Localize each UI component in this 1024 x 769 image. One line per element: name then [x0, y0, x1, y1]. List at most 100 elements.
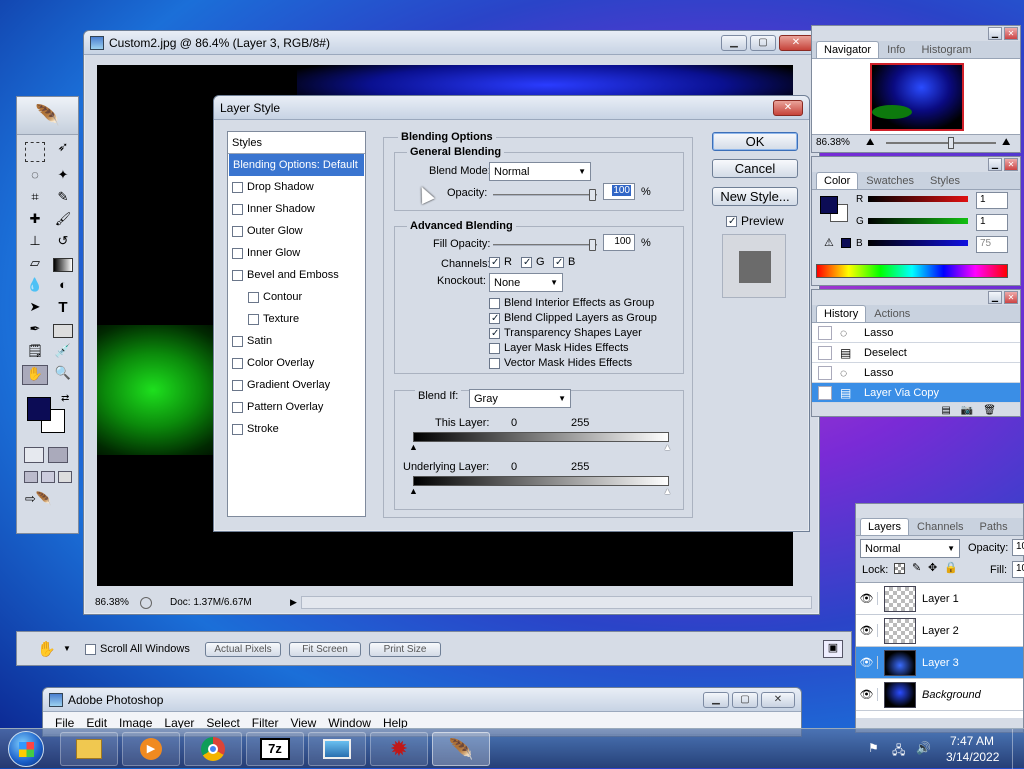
advanced-option-checkbox[interactable]: Vector Mask Hides Effects [489, 357, 657, 372]
scroll-all-check[interactable] [85, 643, 96, 655]
advanced-option-check[interactable] [489, 312, 500, 324]
tray-volume-icon[interactable]: 🔊 [916, 741, 931, 755]
history-minimize-button[interactable]: ▁ [988, 291, 1002, 304]
g-input[interactable]: 1 [976, 214, 1008, 231]
hand-tool-preset-icon[interactable]: ✋ [37, 640, 56, 658]
show-desktop-button[interactable] [1012, 729, 1024, 769]
preview-check[interactable] [726, 216, 737, 228]
warning-icon[interactable]: ⚠ [824, 236, 834, 249]
history-close-button[interactable]: ✕ [1004, 291, 1018, 304]
app-maximize-button[interactable]: ▢ [732, 691, 758, 708]
style-item[interactable]: Contour [228, 286, 365, 308]
palette-tab[interactable]: Channels [909, 518, 971, 535]
tray-flag-icon[interactable]: ⚑ [868, 741, 879, 755]
style-checkbox[interactable] [232, 357, 243, 369]
marquee-tool-icon[interactable] [25, 142, 45, 162]
style-item[interactable]: Drop Shadow [228, 176, 365, 198]
advanced-option-checkbox[interactable]: Blend Interior Effects as Group [489, 297, 657, 312]
style-checkbox[interactable] [232, 247, 243, 259]
type-tool-icon[interactable]: T [50, 299, 76, 319]
navigator-thumbnail[interactable] [870, 63, 964, 131]
history-brush-tool-icon[interactable]: ↺ [50, 233, 76, 253]
history-state-box[interactable] [818, 345, 832, 360]
navigator-close-button[interactable]: ✕ [1004, 27, 1018, 40]
palette-tab[interactable]: Paths [972, 518, 1016, 535]
notes-tool-icon[interactable]: 🗒 [22, 343, 48, 363]
close-button[interactable]: ✕ [779, 34, 813, 51]
clock-date[interactable]: 3/14/2022 [946, 750, 999, 764]
start-button[interactable] [8, 731, 44, 767]
zoom-out-icon[interactable]: ⛰ [866, 137, 880, 148]
foreground-color-swatch[interactable] [27, 397, 51, 421]
shape-tool-icon[interactable] [53, 324, 73, 338]
screen-mode-full-icon[interactable] [58, 471, 72, 483]
fit-screen-button[interactable]: Fit Screen [289, 642, 361, 657]
channel-g-checkbox[interactable]: G [521, 256, 545, 268]
advanced-option-checkbox[interactable]: Blend Clipped Layers as Group [489, 312, 657, 327]
eraser-tool-icon[interactable]: ▱ [22, 255, 48, 275]
history-item[interactable]: ▤ Layer Via Copy [812, 383, 1020, 403]
clock-time[interactable]: 7:47 AM [950, 734, 994, 748]
layers-blend-mode-select[interactable]: Normal ▼ [860, 539, 960, 558]
underlying-black-slider-icon[interactable]: ▲ [409, 486, 418, 496]
gradient-tool-icon[interactable] [53, 258, 73, 272]
fill-opacity-slider-thumb[interactable] [589, 239, 596, 251]
web-safe-color-swatch[interactable] [841, 238, 851, 248]
history-item[interactable]: ▤ Deselect [812, 343, 1020, 363]
eye-icon[interactable]: 👁 [856, 688, 878, 701]
style-item[interactable]: Texture [228, 308, 365, 330]
healing-brush-tool-icon[interactable]: ✚ [22, 211, 48, 231]
navigator-zoom-value[interactable]: 86.38% [816, 137, 866, 148]
lock-all-icon[interactable]: 🔒 [944, 561, 958, 574]
layer-row[interactable]: 👁 Layer 1 [856, 583, 1023, 615]
opacity-slider[interactable] [493, 189, 597, 201]
knockout-select[interactable]: None ▼ [489, 273, 563, 292]
channel-g-check[interactable] [521, 256, 532, 268]
hand-tool-icon[interactable]: ✋ [22, 365, 48, 385]
standard-mode-icon[interactable] [24, 447, 44, 463]
new-style-button[interactable]: New Style... [712, 187, 798, 206]
channel-b-check[interactable] [553, 256, 564, 268]
style-item[interactable]: Satin [228, 330, 365, 352]
style-checkbox[interactable] [232, 225, 243, 237]
actual-pixels-button[interactable]: Actual Pixels [205, 642, 281, 657]
magic-wand-tool-icon[interactable]: ✦ [50, 167, 76, 187]
style-checkbox[interactable] [232, 269, 243, 281]
taskbar-7zip-icon[interactable]: 7z [246, 732, 304, 766]
taskbar-media-player-icon[interactable]: ▶ [122, 732, 180, 766]
taskbar-paint-splat-icon[interactable]: ✹ [370, 732, 428, 766]
navigator-minimize-button[interactable]: ▁ [988, 27, 1002, 40]
g-ramp[interactable] [868, 218, 968, 224]
palette-tab[interactable]: Navigator [816, 41, 880, 58]
preview-checkbox[interactable]: Preview [726, 214, 784, 228]
path-selection-tool-icon[interactable]: ➤ [22, 299, 48, 319]
cancel-button[interactable]: Cancel [712, 159, 798, 178]
pen-tool-icon[interactable]: ✒ [22, 321, 48, 341]
history-item[interactable]: ◌ Lasso [812, 363, 1020, 383]
palette-tab[interactable]: Color [816, 172, 859, 189]
style-checkbox[interactable] [232, 379, 243, 391]
file-browser-icon[interactable]: ▣ [823, 640, 843, 658]
history-state-box[interactable] [818, 365, 832, 380]
fill-opacity-input[interactable]: 100 [603, 234, 635, 251]
document-titlebar[interactable]: Custom2.jpg @ 86.4% (Layer 3, RGB/8#) ▁ … [84, 31, 819, 55]
style-checkbox[interactable] [232, 423, 243, 435]
preset-chevron-icon[interactable]: ▼ [63, 644, 71, 653]
zoom-readout[interactable]: 86.38% [92, 597, 140, 608]
navigator-zoom-slider[interactable] [886, 136, 996, 149]
horizontal-scrollbar[interactable] [300, 596, 812, 609]
history-state-box[interactable] [818, 325, 832, 340]
spectrum-bar[interactable] [816, 264, 1008, 278]
screen-mode-standard-icon[interactable] [24, 471, 38, 483]
style-item[interactable]: Stroke [228, 418, 365, 440]
this-layer-black-slider-icon[interactable]: ▲ [409, 442, 418, 452]
eye-icon[interactable]: 👁 [856, 592, 878, 605]
zoom-tool-icon[interactable]: 🔍 [50, 365, 76, 385]
underlying-white-slider-icon[interactable]: ▲ [663, 486, 672, 496]
brush-tool-icon[interactable]: 🖌 [50, 211, 76, 231]
scroll-all-windows-checkbox[interactable]: Scroll All Windows [85, 643, 190, 655]
palette-tab[interactable]: Styles [922, 172, 968, 189]
palette-tab[interactable]: Layers [860, 518, 910, 535]
layer-row[interactable]: 👁 Layer 2 [856, 615, 1023, 647]
lasso-tool-icon[interactable]: ◌ [22, 167, 48, 187]
